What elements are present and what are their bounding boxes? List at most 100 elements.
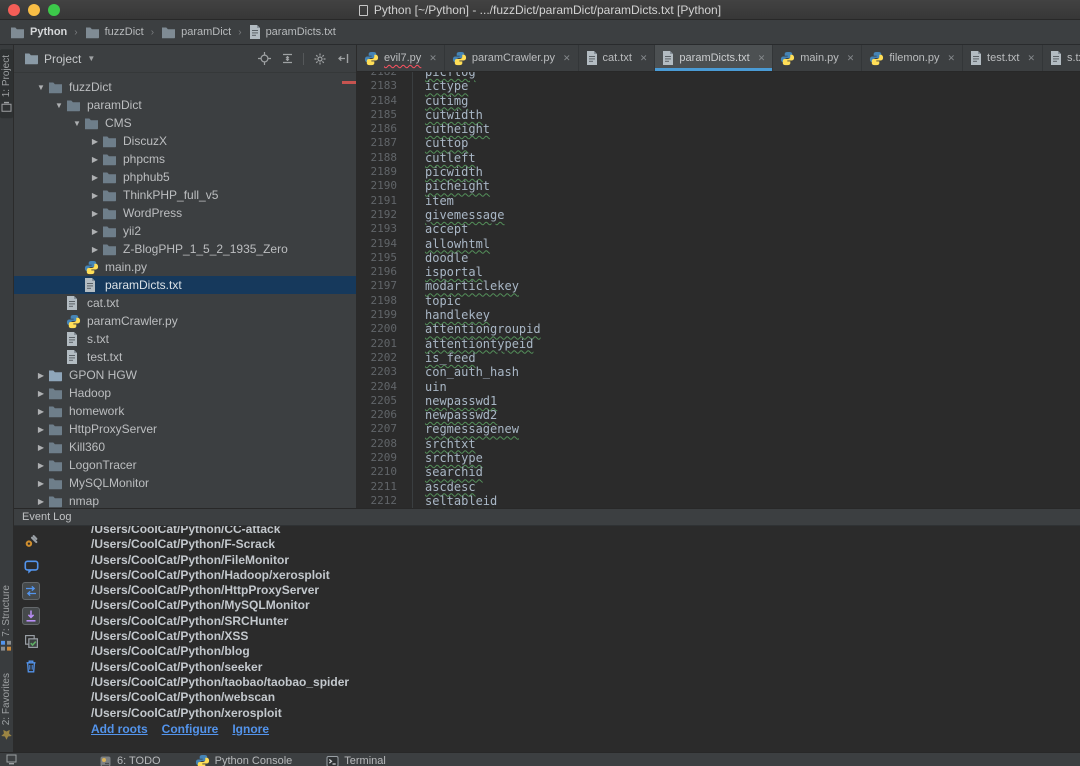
hide-button[interactable] [336,52,350,66]
event-log-settings-button[interactable] [22,532,40,550]
tree-item-yii2[interactable]: ▶ yii2 [14,222,356,240]
tree-item-paramdicts-txt[interactable]: paramDicts.txt [14,276,356,294]
editor-tab-cat-txt[interactable]: cat.txt ✕ [579,45,656,71]
chevron-collapsed-icon[interactable]: ▶ [88,191,102,200]
link-ignore[interactable]: Ignore [232,722,269,736]
editor-viewport[interactable]: 2182 picflog 2183 ictype 2184 cutimg 2185 cutwi… [357,72,1080,508]
editor-line[interactable]: 2199 handlekey [357,308,1080,322]
editor-line[interactable]: 2212 seltableid [357,494,1080,508]
tree-item-cms[interactable]: ▼ CMS [14,114,356,132]
tree-item-paramcrawler-py[interactable]: paramCrawler.py [14,312,356,330]
editor-line[interactable]: 2195 doodle [357,251,1080,265]
tree-item-thinkphp-full-v5[interactable]: ▶ ThinkPHP_full_v5 [14,186,356,204]
tree-item-main-py[interactable]: main.py [14,258,356,276]
chevron-collapsed-icon[interactable]: ▶ [88,137,102,146]
editor-line[interactable]: 2183 ictype [357,79,1080,93]
project-view-selector[interactable]: Project ▼ [24,52,95,66]
editor-line[interactable]: 2209 srchtype [357,451,1080,465]
tree-item-phpcms[interactable]: ▶ phpcms [14,150,356,168]
chevron-expanded-icon[interactable]: ▼ [34,83,48,92]
tree-item-z-blogphp-1-5-2-1935-zero[interactable]: ▶ Z-BlogPHP_1_5_2_1935_Zero [14,240,356,258]
chevron-collapsed-icon[interactable]: ▶ [88,173,102,182]
editor-line[interactable]: 2202 is_feed [357,351,1080,365]
locate-button[interactable] [257,52,271,66]
link-add-roots[interactable]: Add roots [91,722,148,736]
chevron-collapsed-icon[interactable]: ▶ [88,245,102,254]
event-log-header[interactable]: Event Log [14,509,1080,526]
chevron-collapsed-icon[interactable]: ▶ [88,209,102,218]
editor-line[interactable]: 2188 cutleft [357,151,1080,165]
editor-line[interactable]: 2211 ascdesc [357,480,1080,494]
tree-item-s-txt[interactable]: s.txt [14,330,356,348]
editor-line[interactable]: 2197 modarticlekey [357,279,1080,293]
close-tab-icon[interactable]: ✕ [847,53,855,64]
event-log-clear-button[interactable] [22,657,40,675]
tree-item-test-txt[interactable]: test.txt [14,348,356,366]
close-tab-icon[interactable]: ✕ [429,53,437,64]
editor-line[interactable]: 2203 con_auth_hash [357,365,1080,379]
chevron-collapsed-icon[interactable]: ▶ [34,497,48,506]
editor-line[interactable]: 2182 picflog [357,72,1080,79]
event-log-mark-read-button[interactable] [22,632,40,650]
tree-item-logontracer[interactable]: ▶ LogonTracer [14,456,356,474]
editor-tab-paramcrawler-py[interactable]: paramCrawler.py ✕ [445,45,579,71]
editor-line[interactable]: 2205 newpasswd1 [357,394,1080,408]
tree-item-wordpress[interactable]: ▶ WordPress [14,204,356,222]
editor-line[interactable]: 2184 cutimg [357,94,1080,108]
editor-line[interactable]: 2207 regmessagenew [357,422,1080,436]
editor-line[interactable]: 2194 allowhtml [357,237,1080,251]
tree-item-discuzx[interactable]: ▶ DiscuzX [14,132,356,150]
chevron-collapsed-icon[interactable]: ▶ [88,155,102,164]
editor-tab-main-py[interactable]: main.py ✕ [773,45,863,71]
bottom-bar-terminal[interactable]: Terminal [326,754,386,766]
tree-item-httpproxyserver[interactable]: ▶ HttpProxyServer [14,420,356,438]
chevron-collapsed-icon[interactable]: ▶ [88,227,102,236]
editor-line[interactable]: 2201 attentiontypeid [357,337,1080,351]
tree-item-gpon-hgw[interactable]: ▶ GPON HGW [14,366,356,384]
editor-tab-evil7-py[interactable]: evil7.py ✕ [357,45,445,71]
tree-item-kill360[interactable]: ▶ Kill360 [14,438,356,456]
editor-tab-test-txt[interactable]: test.txt ✕ [963,45,1043,71]
tree-item-phphub5[interactable]: ▶ phphub5 [14,168,356,186]
stripe-button-7-structure[interactable]: 7: Structure [0,579,13,657]
editor-line[interactable]: 2189 picwidth [357,165,1080,179]
editor-tab-paramdicts-txt[interactable]: paramDicts.txt ✕ [655,45,774,71]
editor-line[interactable]: 2186 cutheight [357,122,1080,136]
chevron-collapsed-icon[interactable]: ▶ [34,479,48,488]
editor-line[interactable]: 2196 isportal [357,265,1080,279]
chevron-collapsed-icon[interactable]: ▶ [34,371,48,380]
editor-line[interactable]: 2198 topic [357,294,1080,308]
chevron-collapsed-icon[interactable]: ▶ [34,443,48,452]
breadcrumb-item-paramdicts-txt[interactable]: paramDicts.txt [249,25,336,39]
tool-window-switcher-icon[interactable] [6,754,17,765]
link-configure[interactable]: Configure [162,722,219,736]
close-tab-icon[interactable]: ✕ [947,53,955,64]
tree-item-paramdict[interactable]: ▼ paramDict [14,96,356,114]
editor-line[interactable]: 2192 givemessage [357,208,1080,222]
close-tab-icon[interactable]: ✕ [1027,53,1035,64]
chevron-collapsed-icon[interactable]: ▶ [34,389,48,398]
tree-item-cat-txt[interactable]: cat.txt [14,294,356,312]
editor-line[interactable]: 2208 srchtxt [357,437,1080,451]
editor-line[interactable]: 2210 searchid [357,465,1080,479]
tree-item-nmap[interactable]: ▶ nmap [14,492,356,508]
editor-line[interactable]: 2187 cuttop [357,136,1080,150]
close-tab-icon[interactable]: ✕ [563,53,571,64]
chevron-collapsed-icon[interactable]: ▶ [34,461,48,470]
close-tab-icon[interactable]: ✕ [640,53,648,64]
tree-item-fuzzdict[interactable]: ▼ fuzzDict [14,78,356,96]
chevron-expanded-icon[interactable]: ▼ [70,119,84,128]
editor-line[interactable]: 2204 uin [357,380,1080,394]
breadcrumb-item-fuzzdict[interactable]: fuzzDict [85,26,144,39]
chevron-collapsed-icon[interactable]: ▶ [34,407,48,416]
collapse-all-button[interactable] [280,52,294,66]
editor-line[interactable]: 2200 attentiongroupid [357,322,1080,336]
chevron-expanded-icon[interactable]: ▼ [52,101,66,110]
breadcrumb-item-paramdict[interactable]: paramDict [161,26,231,39]
settings-button[interactable] [313,52,327,66]
bottom-bar-6-todo[interactable]: 6: TODO [99,754,161,766]
breadcrumb-item-python[interactable]: Python [10,26,67,39]
chevron-collapsed-icon[interactable]: ▶ [34,425,48,434]
editor-line[interactable]: 2191 item [357,194,1080,208]
editor-line[interactable]: 2190 picheight [357,179,1080,193]
